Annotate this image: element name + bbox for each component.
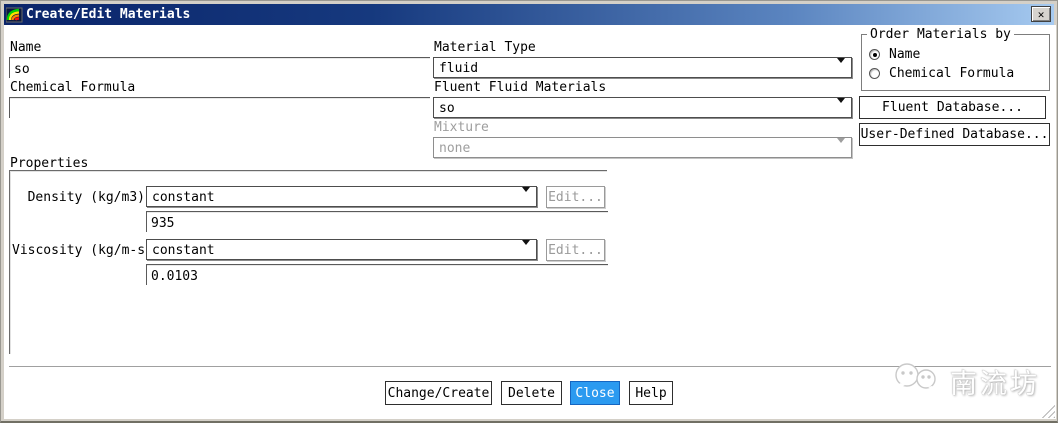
density-method-value: constant — [152, 190, 215, 205]
fluent-contour-icon — [6, 7, 23, 23]
material-type-value: fluid — [439, 61, 478, 76]
viscosity-edit-button: Edit... — [546, 239, 605, 261]
chevron-down-icon — [837, 63, 846, 73]
close-icon[interactable]: ✕ — [1031, 6, 1051, 22]
radio-chemical-formula-label: Chemical Formula — [889, 66, 1014, 81]
name-label: Name — [10, 41, 41, 55]
radio-name[interactable]: Name — [869, 47, 920, 62]
viscosity-label: Viscosity (kg/m-s) — [12, 243, 145, 258]
chevron-down-icon — [837, 103, 846, 113]
order-materials-by-group: Order Materials by Name Chemical Formula — [861, 34, 1050, 91]
mixture-dropdown: none — [433, 137, 852, 158]
delete-button[interactable]: Delete — [501, 381, 562, 405]
radio-chemical-formula-circle[interactable] — [869, 68, 880, 79]
dialog-title: Create/Edit Materials — [26, 7, 190, 22]
density-value-input[interactable]: 935 — [146, 211, 608, 232]
fluent-fluid-materials-label: Fluent Fluid Materials — [434, 81, 606, 95]
change-create-button[interactable]: Change/Create — [385, 381, 492, 405]
chemical-formula-input[interactable] — [9, 97, 430, 118]
user-defined-database-button[interactable]: User-Defined Database... — [859, 123, 1050, 146]
viscosity-method-dropdown[interactable]: constant — [146, 239, 537, 260]
viscosity-value-input[interactable]: 0.0103 — [146, 264, 608, 285]
properties-group: Density (kg/m3) constant Edit... 935 Vis… — [9, 170, 607, 354]
fluent-fluid-materials-dropdown[interactable]: so — [433, 97, 852, 118]
resize-grip-icon[interactable] — [1040, 403, 1055, 418]
name-input[interactable]: so — [9, 57, 430, 78]
fluent-database-button[interactable]: Fluent Database... — [859, 96, 1046, 119]
dialog-body: Name so Chemical Formula Material Type f… — [4, 25, 1056, 419]
chemical-formula-label: Chemical Formula — [10, 81, 135, 95]
fluent-fluid-materials-value: so — [439, 101, 455, 116]
density-method-dropdown[interactable]: constant — [146, 186, 537, 207]
chevron-down-icon — [837, 143, 846, 153]
material-type-label: Material Type — [434, 41, 536, 55]
density-label: Density (kg/m3) — [12, 190, 145, 205]
footer-separator — [9, 366, 1051, 368]
radio-name-label: Name — [889, 47, 920, 62]
chevron-down-icon — [522, 245, 531, 255]
chevron-down-icon — [522, 192, 531, 202]
material-type-dropdown[interactable]: fluid — [433, 57, 852, 78]
radio-name-circle[interactable] — [869, 49, 880, 60]
radio-chemical-formula[interactable]: Chemical Formula — [869, 66, 1014, 81]
titlebar[interactable]: Create/Edit Materials ✕ — [4, 4, 1054, 25]
create-edit-materials-dialog: Create/Edit Materials ✕ Name so Chemical… — [0, 0, 1058, 423]
mixture-label: Mixture — [434, 121, 489, 135]
mixture-value: none — [439, 141, 470, 156]
density-edit-button: Edit... — [546, 186, 605, 208]
order-materials-by-legend: Order Materials by — [867, 27, 1014, 42]
properties-label: Properties — [10, 157, 88, 171]
close-button[interactable]: Close — [570, 381, 620, 405]
help-button[interactable]: Help — [629, 381, 673, 405]
viscosity-method-value: constant — [152, 243, 215, 258]
